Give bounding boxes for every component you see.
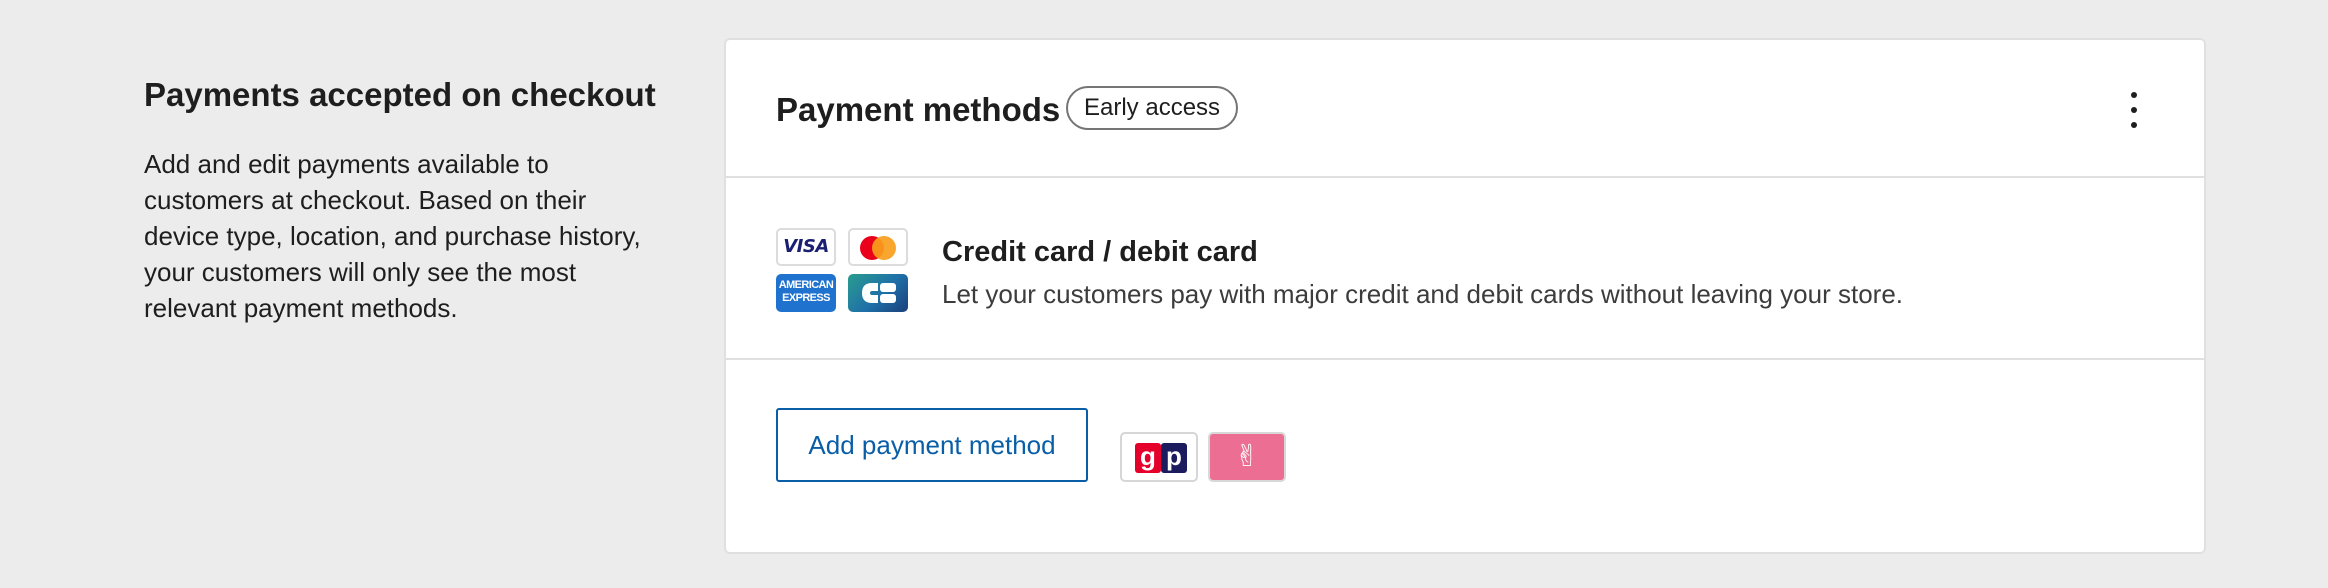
early-access-badge: Early access — [1066, 86, 1239, 130]
menu-dot — [2131, 107, 2137, 113]
add-payment-method-button[interactable]: Add payment method — [776, 408, 1088, 482]
more-vertical-icon[interactable] — [2122, 88, 2146, 132]
cartes-bancaires-icon — [848, 274, 908, 312]
menu-dot — [2131, 92, 2137, 98]
card-title: Payment methods — [776, 91, 1061, 128]
payment-method-description: Let your customers pay with major credit… — [942, 279, 1904, 309]
intro-section: Payments accepted on checkout Add and ed… — [144, 72, 664, 326]
amex-icon: AMERICAN EXPRESS — [776, 274, 836, 312]
payment-method-title: Credit card / debit card — [942, 236, 1258, 268]
payment-methods-card: Payment methods Early access VISA AMERIC… — [724, 38, 2206, 554]
payments-settings-page: Payments accepted on checkout Add and ed… — [0, 0, 2328, 588]
menu-dot — [2131, 122, 2137, 128]
giropay-icon: g p — [1120, 432, 1198, 482]
card-brand-logos: VISA AMERICAN EXPRESS — [776, 228, 908, 312]
card-header: Payment methods Early access — [726, 40, 2204, 178]
payment-method-row-card[interactable]: VISA AMERICAN EXPRESS Credit card / debi… — [726, 178, 2204, 360]
mastercard-icon — [848, 228, 908, 266]
visa-icon: VISA — [776, 228, 836, 266]
section-title: Payments accepted on checkout — [144, 76, 656, 113]
card-footer: Add payment method g p ✌ — [726, 360, 2204, 552]
peace-hand-icon: ✌ — [1208, 432, 1286, 482]
section-description: Add and edit payments available to custo… — [144, 149, 641, 323]
